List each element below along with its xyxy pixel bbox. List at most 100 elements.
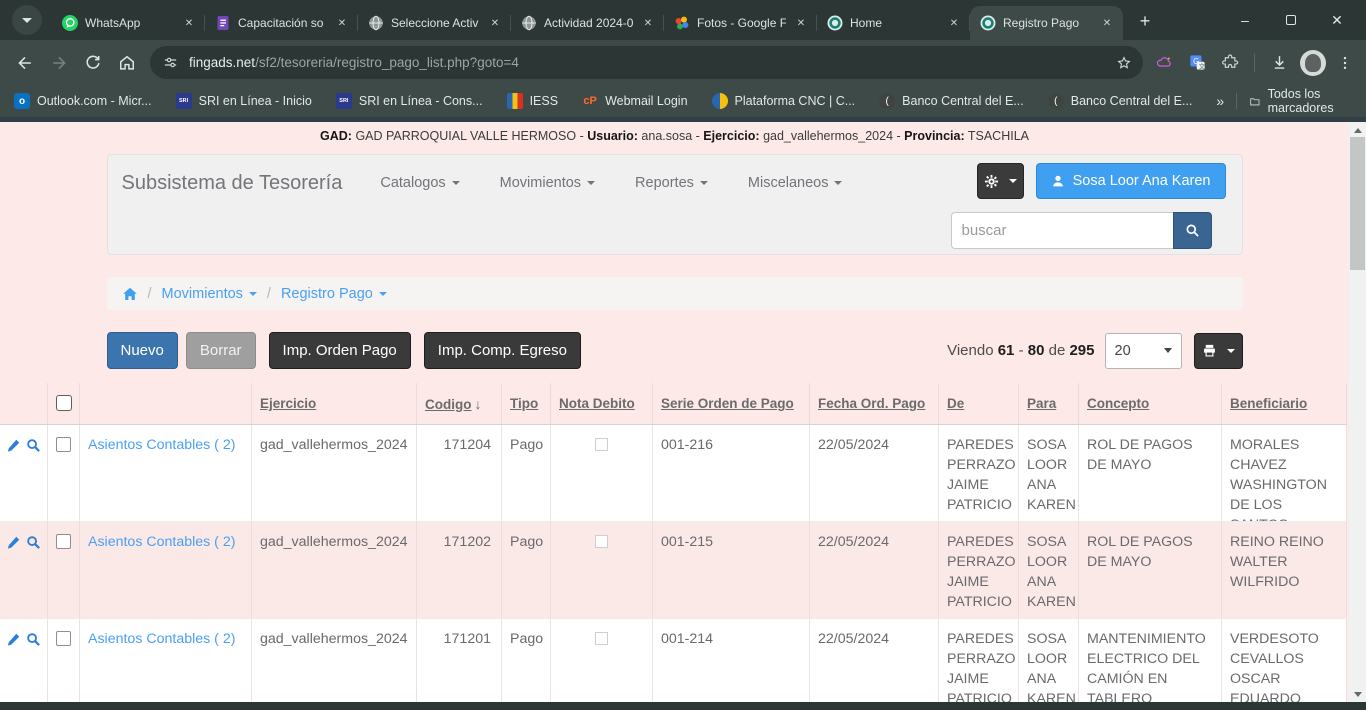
cell-codigo: 171201 (417, 619, 502, 702)
bookmark-star-button[interactable] (1109, 48, 1139, 78)
bookmarks-overflow-button[interactable]: » (1216, 93, 1224, 109)
printer-menu-button[interactable] (1194, 333, 1243, 369)
tab-close-icon[interactable]: ✕ (334, 15, 350, 31)
browser-tab-3[interactable]: Actividad 2024-0✕ (511, 6, 664, 40)
search-button[interactable] (1173, 212, 1212, 249)
header-cell-6[interactable]: Nota Debito (551, 383, 653, 424)
scrollbar-thumb[interactable] (1350, 137, 1365, 270)
bookmark-1[interactable]: SRISRI en Línea - Inicio (176, 93, 312, 109)
header-cell-8[interactable]: Fecha Ord. Pago (810, 383, 939, 424)
header-cell-7[interactable]: Serie Orden de Pago (653, 383, 810, 424)
profile-button[interactable] (1297, 46, 1329, 80)
browser-toolbar: fingads.net/sf2/tesoreria/registro_pago_… (0, 40, 1366, 85)
url-text[interactable]: fingads.net/sf2/tesoreria/registro_pago_… (189, 55, 1109, 70)
downloads-button[interactable] (1264, 46, 1294, 80)
home-icon[interactable] (122, 286, 138, 302)
browser-tab-0[interactable]: WhatsApp✕ (52, 6, 205, 40)
edit-icon[interactable] (6, 535, 21, 608)
cell-col1 (48, 522, 80, 618)
edit-icon[interactable] (6, 632, 21, 702)
browser-menu-button[interactable] (1332, 46, 1358, 80)
avatar (1300, 50, 1326, 76)
reload-button[interactable] (76, 46, 110, 80)
page-size-select[interactable]: 20 (1105, 333, 1182, 369)
settings-button[interactable] (977, 163, 1024, 199)
print-receipt-button[interactable]: Imp. Comp. Egreso (424, 332, 581, 369)
header-cell-12[interactable]: Beneficiario (1222, 383, 1347, 424)
bookmark-3[interactable]: IESS (507, 93, 559, 109)
forward-button[interactable] (42, 46, 76, 80)
cell-text: ROL DE PAGOS DE MAYO (1087, 534, 1193, 570)
browser-tab-4[interactable]: Fotos - Google F✕ (664, 6, 817, 40)
scroll-up-arrow[interactable] (1349, 122, 1366, 138)
asientos-contables-link[interactable]: Asientos Contables ( 2) (88, 534, 235, 550)
tab-close-icon[interactable]: ✕ (640, 15, 656, 31)
home-button[interactable] (110, 46, 144, 80)
view-icon[interactable] (26, 438, 41, 511)
header-cell-4[interactable]: Codigo↓ (417, 383, 502, 424)
user-account-button[interactable]: Sosa Loor Ana Karen (1036, 163, 1226, 199)
cell-text: Pago (510, 534, 543, 550)
new-button[interactable]: Nuevo (107, 332, 178, 369)
row-checkbox[interactable] (56, 437, 71, 452)
weather-extension-button[interactable] (1149, 46, 1179, 80)
cell-serie: 001-214 (653, 619, 810, 702)
menu-catalogos[interactable]: Catalogos (380, 175, 459, 191)
cloud-extension-icon (1155, 53, 1174, 72)
header-cell-3[interactable]: Ejercicio (252, 383, 417, 424)
vertical-scrollbar[interactable] (1349, 122, 1366, 702)
delete-button[interactable]: Borrar (186, 332, 256, 369)
view-icon[interactable] (26, 632, 41, 702)
breadcrumb-movimientos[interactable]: Movimientos (162, 286, 257, 302)
header-cell-9[interactable]: De (939, 383, 1019, 424)
back-button[interactable] (8, 46, 42, 80)
header-cell-5[interactable]: Tipo (502, 383, 551, 424)
browser-tab-6[interactable]: Registro Pago✕ (970, 6, 1123, 40)
header-cell-10[interactable]: Para (1019, 383, 1079, 424)
browser-tab-5[interactable]: Home✕ (817, 6, 970, 40)
menu-reportes[interactable]: Reportes (635, 175, 708, 191)
back-icon (15, 53, 35, 73)
header-cell-11[interactable]: Concepto (1079, 383, 1222, 424)
extensions-button[interactable] (1215, 46, 1245, 80)
translate-button[interactable]: G文 (1182, 46, 1212, 80)
bookmark-2[interactable]: SRISRI en Línea - Cons... (336, 93, 483, 109)
select-all-checkbox[interactable] (56, 395, 72, 411)
tab-search-button[interactable] (12, 5, 42, 35)
browser-tab-2[interactable]: Seleccione Activ✕ (358, 6, 511, 40)
scroll-down-arrow[interactable] (1349, 686, 1366, 702)
edit-icon[interactable] (6, 438, 21, 511)
asientos-contables-link[interactable]: Asientos Contables ( 2) (88, 437, 235, 453)
tab-close-icon[interactable]: ✕ (793, 15, 809, 31)
minimize-button[interactable]: – (1222, 0, 1268, 40)
maximize-button[interactable] (1268, 0, 1314, 40)
sri-icon: SRI (336, 93, 352, 109)
bookmark-5[interactable]: Plataforma CNC | C... (712, 93, 856, 109)
row-checkbox[interactable] (56, 631, 71, 646)
view-icon[interactable] (26, 535, 41, 608)
all-bookmarks-button[interactable]: Todos los marcadores (1268, 87, 1352, 115)
close-window-button[interactable]: ✕ (1314, 0, 1360, 40)
tab-close-icon[interactable]: ✕ (946, 15, 962, 31)
tab-close-icon[interactable]: ✕ (1099, 15, 1115, 31)
print-order-button[interactable]: Imp. Orden Pago (269, 332, 411, 369)
tab-close-icon[interactable]: ✕ (487, 15, 503, 31)
nota-debito-checkbox (595, 632, 608, 645)
column-label: Tipo (510, 396, 538, 411)
bookmark-0[interactable]: oOutlook.com - Micr... (14, 93, 152, 109)
breadcrumb-registro-pago[interactable]: Registro Pago (281, 286, 387, 302)
bookmark-6[interactable]: (Banco Central del E... (879, 93, 1024, 109)
menu-miscelaneos[interactable]: Miscelaneos (748, 175, 843, 191)
asientos-contables-link[interactable]: Asientos Contables ( 2) (88, 631, 235, 647)
search-input[interactable] (951, 212, 1173, 249)
row-checkbox[interactable] (56, 534, 71, 549)
new-tab-button[interactable]: + (1131, 7, 1159, 35)
address-bar[interactable]: fingads.net/sf2/tesoreria/registro_pago_… (150, 46, 1143, 79)
bookmark-7[interactable]: (Banco Central del E... (1048, 93, 1193, 109)
tab-close-icon[interactable]: ✕ (181, 15, 197, 31)
bookmark-4[interactable]: cPWebmail Login (582, 93, 687, 109)
column-label: Nota Debito (559, 396, 635, 411)
site-settings-icon[interactable] (162, 54, 179, 71)
menu-movimientos[interactable]: Movimientos (500, 175, 595, 191)
browser-tab-1[interactable]: Capacitación so✕ (205, 6, 358, 40)
